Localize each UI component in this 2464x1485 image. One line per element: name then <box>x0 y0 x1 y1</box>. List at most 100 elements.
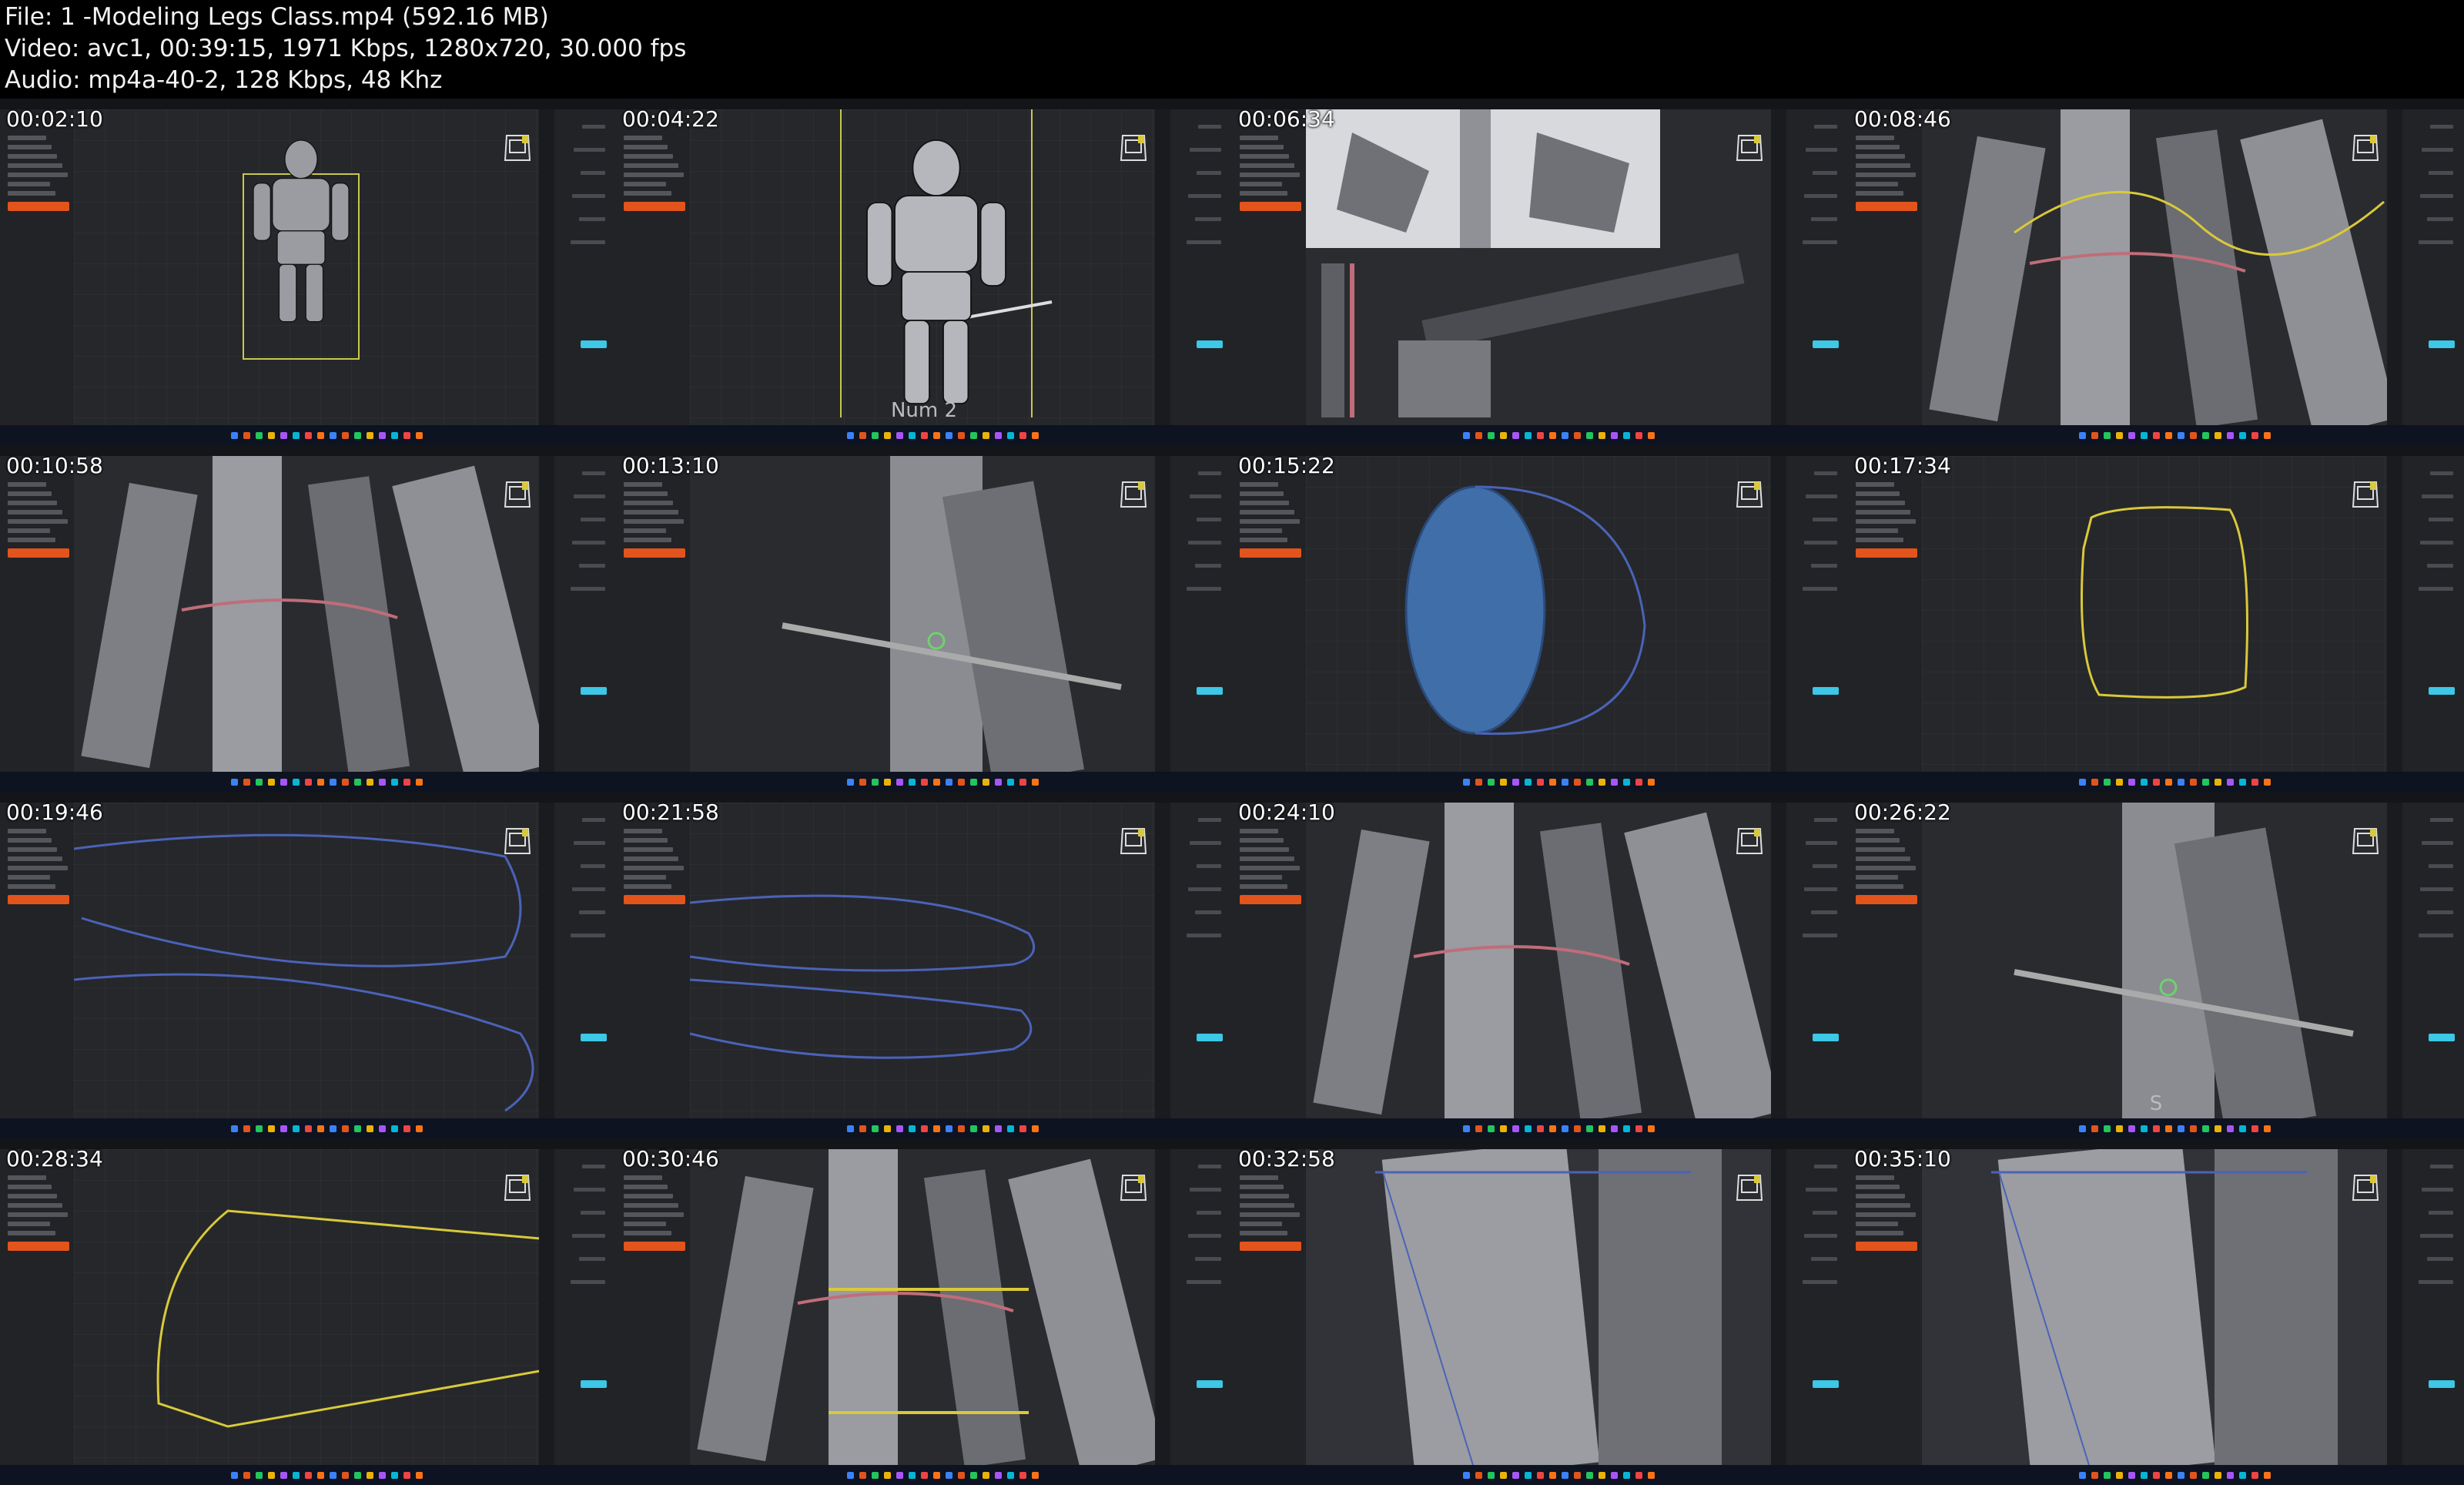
viewport-3d[interactable] <box>1922 803 2387 1118</box>
property-row[interactable] <box>2419 934 2453 937</box>
taskbar-app-icon[interactable] <box>2215 779 2221 786</box>
taskbar-app-icon[interactable] <box>1525 779 1532 786</box>
outliner-item[interactable] <box>624 491 668 496</box>
outliner-item[interactable] <box>8 519 68 524</box>
taskbar-app-icon[interactable] <box>305 432 312 439</box>
taskbar-app-icon[interactable] <box>946 1125 952 1132</box>
taskbar-app-icon[interactable] <box>1549 1125 1556 1132</box>
viewport-3d[interactable] <box>1306 803 1771 1118</box>
property-row[interactable] <box>1197 1211 1221 1215</box>
taskbar-app-icon[interactable] <box>1488 779 1495 786</box>
outliner-item[interactable] <box>1856 145 1900 149</box>
view-cube-icon[interactable] <box>502 129 533 168</box>
taskbar-app-icon[interactable] <box>970 1125 977 1132</box>
property-row[interactable] <box>2430 1165 2453 1168</box>
view-cube-icon[interactable] <box>2350 129 2381 168</box>
outliner-item[interactable] <box>1856 482 1894 487</box>
outliner-item[interactable] <box>624 154 673 159</box>
taskbar-app-icon[interactable] <box>1019 1125 1026 1132</box>
property-row[interactable] <box>572 541 605 545</box>
action-button[interactable] <box>1197 1034 1223 1041</box>
outliner-item[interactable] <box>8 501 57 505</box>
property-row[interactable] <box>1190 1188 1221 1192</box>
outliner-item[interactable] <box>624 538 671 542</box>
taskbar-app-icon[interactable] <box>859 779 866 786</box>
taskbar-app-icon[interactable] <box>847 1472 854 1479</box>
taskbar-app-icon[interactable] <box>231 432 238 439</box>
property-row[interactable] <box>1195 1257 1221 1261</box>
taskbar-app-icon[interactable] <box>1019 779 1026 786</box>
property-row[interactable] <box>581 1211 605 1215</box>
taskbar-app-icon[interactable] <box>2104 432 2111 439</box>
property-row[interactable] <box>574 494 605 498</box>
taskbar-app-icon[interactable] <box>1463 432 1470 439</box>
taskbar-app-icon[interactable] <box>1512 432 1519 439</box>
taskbar-app-icon[interactable] <box>896 779 903 786</box>
selected-outliner-item[interactable] <box>624 548 685 558</box>
property-row[interactable] <box>1806 1188 1837 1192</box>
taskbar-app-icon[interactable] <box>2190 1472 2197 1479</box>
taskbar-app-icon[interactable] <box>1007 779 1014 786</box>
taskbar-app-icon[interactable] <box>946 1472 952 1479</box>
property-row[interactable] <box>579 564 605 568</box>
outliner-item[interactable] <box>8 1194 57 1198</box>
taskbar-app-icon[interactable] <box>280 432 287 439</box>
taskbar-app-icon[interactable] <box>1032 779 1039 786</box>
taskbar-app-icon[interactable] <box>2202 1125 2209 1132</box>
taskbar-app-icon[interactable] <box>379 779 386 786</box>
outliner-item[interactable] <box>1240 856 1294 861</box>
outliner-item[interactable] <box>1240 538 1287 542</box>
taskbar-app-icon[interactable] <box>330 1125 336 1132</box>
taskbar-app-icon[interactable] <box>872 432 879 439</box>
taskbar-app-icon[interactable] <box>354 1472 361 1479</box>
taskbar-app-icon[interactable] <box>2165 779 2172 786</box>
property-row[interactable] <box>2429 1211 2453 1215</box>
taskbar-app-icon[interactable] <box>1635 1472 1642 1479</box>
taskbar-app-icon[interactable] <box>933 1125 940 1132</box>
property-row[interactable] <box>574 841 605 845</box>
property-row[interactable] <box>571 587 605 591</box>
taskbar-app-icon[interactable] <box>1648 1125 1655 1132</box>
taskbar-app-icon[interactable] <box>2104 1125 2111 1132</box>
property-row[interactable] <box>2422 1188 2453 1192</box>
taskbar-app-icon[interactable] <box>1648 779 1655 786</box>
taskbar-app-icon[interactable] <box>2251 779 2258 786</box>
taskbar-app-icon[interactable] <box>317 432 324 439</box>
property-row[interactable] <box>582 818 605 822</box>
taskbar-app-icon[interactable] <box>983 432 989 439</box>
outliner-item[interactable] <box>624 1175 662 1180</box>
property-row[interactable] <box>1814 471 1837 475</box>
property-row[interactable] <box>1804 541 1837 545</box>
outliner-item[interactable] <box>624 528 666 533</box>
outliner-item[interactable] <box>1240 1175 1278 1180</box>
view-cube-icon[interactable] <box>1118 823 1149 861</box>
outliner-item[interactable] <box>1240 154 1289 159</box>
taskbar-app-icon[interactable] <box>847 779 854 786</box>
taskbar-app-icon[interactable] <box>1562 1472 1568 1479</box>
viewport-3d[interactable] <box>74 456 539 772</box>
taskbar-app-icon[interactable] <box>391 432 398 439</box>
property-row[interactable] <box>1806 494 1837 498</box>
taskbar-app-icon[interactable] <box>983 1125 989 1132</box>
property-row[interactable] <box>1803 587 1837 591</box>
outliner-item[interactable] <box>8 510 62 515</box>
outliner-item[interactable] <box>1856 182 1898 186</box>
outliner-item[interactable] <box>1856 875 1898 880</box>
taskbar-app-icon[interactable] <box>1525 1472 1532 1479</box>
taskbar-app-icon[interactable] <box>1611 1472 1618 1479</box>
outliner-item[interactable] <box>1856 528 1898 533</box>
taskbar-app-icon[interactable] <box>1635 1125 1642 1132</box>
selected-outliner-item[interactable] <box>1240 548 1301 558</box>
outliner-item[interactable] <box>8 173 68 177</box>
property-row[interactable] <box>2430 471 2453 475</box>
selected-outliner-item[interactable] <box>8 202 69 211</box>
taskbar-app-icon[interactable] <box>1475 779 1482 786</box>
outliner-item[interactable] <box>1240 875 1282 880</box>
taskbar-app-icon[interactable] <box>1586 1125 1593 1132</box>
tool-column[interactable] <box>1771 803 1786 1118</box>
taskbar-app-icon[interactable] <box>403 1125 410 1132</box>
viewport-3d[interactable] <box>1922 456 2387 772</box>
taskbar-app-icon[interactable] <box>342 1472 349 1479</box>
outliner-item[interactable] <box>624 1194 673 1198</box>
taskbar-app-icon[interactable] <box>354 1125 361 1132</box>
